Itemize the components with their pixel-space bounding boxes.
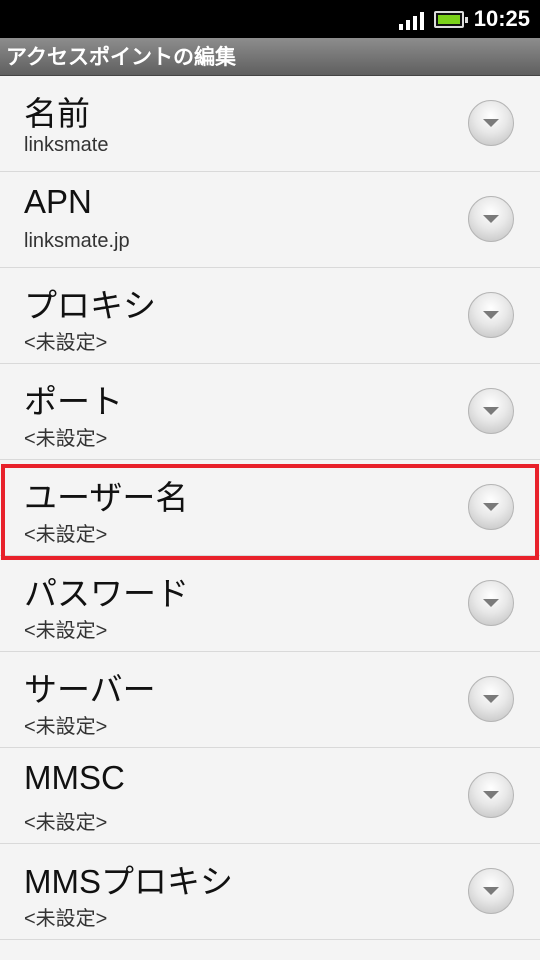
dropdown-arrow-icon[interactable] <box>468 292 514 338</box>
list-item-apn[interactable]: APN linksmate.jp <box>0 172 540 268</box>
dropdown-arrow-icon[interactable] <box>468 676 514 722</box>
item-title: パスワード <box>24 575 189 612</box>
list-item-mms-proxy[interactable]: MMSプロキシ <未設定> <box>0 844 540 940</box>
dropdown-arrow-icon[interactable] <box>468 772 514 818</box>
page-title: アクセスポイントの編集 <box>0 38 540 76</box>
battery-icon <box>433 10 468 28</box>
dropdown-arrow-icon[interactable] <box>468 868 514 914</box>
item-summary: <未設定> <box>24 332 108 354</box>
list-item-name[interactable]: 名前 linksmate <box>0 76 540 172</box>
item-summary: <未設定> <box>24 716 108 738</box>
status-bar: 10:25 <box>0 0 540 38</box>
item-summary: <未設定> <box>24 812 108 834</box>
item-title: ユーザー名 <box>24 479 189 516</box>
item-summary: <未設定> <box>24 908 108 930</box>
item-summary: <未設定> <box>24 620 108 642</box>
list-item-mmsc[interactable]: MMSC <未設定> <box>0 748 540 844</box>
apn-settings-list: 名前 linksmate APN linksmate.jp プロキシ <未設定>… <box>0 76 540 940</box>
item-summary: linksmate.jp <box>24 230 130 252</box>
item-summary: linksmate <box>24 134 109 156</box>
item-title: サーバー <box>24 671 156 708</box>
dropdown-arrow-icon[interactable] <box>468 100 514 146</box>
item-title: プロキシ <box>24 287 156 324</box>
dropdown-arrow-icon[interactable] <box>468 388 514 434</box>
item-summary: <未設定> <box>24 524 108 546</box>
list-item-password[interactable]: パスワード <未設定> <box>0 556 540 652</box>
item-title: ポート <box>24 383 123 420</box>
signal-icon <box>398 8 424 30</box>
list-item-port[interactable]: ポート <未設定> <box>0 364 540 460</box>
item-title: 名前 <box>24 95 90 132</box>
list-item-proxy[interactable]: プロキシ <未設定> <box>0 268 540 364</box>
list-item-server[interactable]: サーバー <未設定> <box>0 652 540 748</box>
dropdown-arrow-icon[interactable] <box>468 196 514 242</box>
item-title: MMSC <box>24 759 125 796</box>
dropdown-arrow-icon[interactable] <box>468 580 514 626</box>
clock: 10:25 <box>473 6 530 31</box>
item-title: MMSプロキシ <box>24 863 233 900</box>
list-item-username[interactable]: ユーザー名 <未設定> <box>0 460 540 556</box>
status-icons: 10:25 <box>398 0 530 38</box>
dropdown-arrow-icon[interactable] <box>468 484 514 530</box>
item-summary: <未設定> <box>24 428 108 450</box>
item-title: APN <box>24 183 92 220</box>
